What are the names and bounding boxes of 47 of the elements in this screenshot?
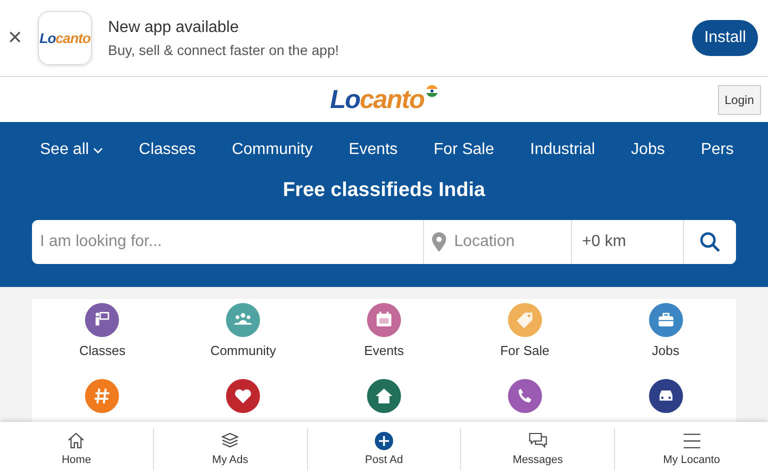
bottom-nav-tab[interactable]: Messages <box>460 428 614 470</box>
nav-link[interactable]: See all <box>40 138 103 162</box>
category-link[interactable]: Jobs <box>652 341 680 360</box>
nav-link[interactable]: Community <box>232 138 313 162</box>
briefcase-category-icon[interactable] <box>648 303 683 337</box>
bottom-nav-tab[interactable]: Home <box>0 428 153 470</box>
bottom-nav-tab[interactable]: Post Ad <box>306 428 460 470</box>
hero-title: Free classifieds India <box>282 178 486 202</box>
people-category-icon[interactable] <box>226 303 260 337</box>
radius-selector[interactable]: +0 km <box>582 230 626 254</box>
house-category-icon[interactable] <box>366 379 401 413</box>
nav-link[interactable]: Industrial <box>530 138 596 162</box>
close-button[interactable]: × <box>8 26 22 50</box>
category-link[interactable]: Classes <box>79 341 126 360</box>
app-logo: Locanto <box>38 11 92 65</box>
chevron-down-icon <box>92 146 103 154</box>
search-field[interactable]: I am looking for... <box>32 220 423 264</box>
search-icon <box>700 232 720 252</box>
nav-link[interactable]: Classes <box>138 138 196 162</box>
plus-icon <box>374 430 394 450</box>
flag-icon <box>426 84 438 96</box>
hashtag-category-icon[interactable] <box>85 379 120 413</box>
chat-bubbles-icon <box>528 430 548 450</box>
location-field[interactable]: Location <box>446 220 571 264</box>
category-link[interactable]: Events <box>364 341 404 360</box>
nav-link[interactable]: Pers <box>700 138 734 162</box>
nav-link[interactable]: For Sale <box>434 138 494 162</box>
banner-subtitle: Buy, sell & connect faster on the app! <box>108 40 340 60</box>
nav-link[interactable]: Events <box>348 138 398 162</box>
login-button[interactable]: Login <box>718 85 761 115</box>
stack-icon <box>220 430 240 450</box>
presenter-category-icon[interactable] <box>85 303 120 337</box>
search-bar[interactable]: I am looking for... Location +0 km <box>32 220 736 264</box>
bottom-nav-tab[interactable]: My Ads <box>152 428 307 470</box>
home-icon <box>66 430 86 450</box>
bottom-nav-tab[interactable]: My Locanto <box>614 428 768 470</box>
calendar-category-icon[interactable] <box>366 303 401 337</box>
site-logo[interactable]: Locanto <box>330 80 424 119</box>
category-link[interactable]: For Sale <box>500 341 550 360</box>
location-pin-icon <box>432 231 446 253</box>
phone-category-icon[interactable] <box>508 379 542 413</box>
install-button[interactable]: Install <box>692 20 758 56</box>
nav-link[interactable]: Jobs <box>631 138 665 162</box>
car-category-icon[interactable] <box>648 379 683 413</box>
category-link[interactable]: Community <box>210 341 276 360</box>
banner-title: New app available <box>108 18 240 38</box>
heart-category-icon[interactable] <box>226 379 260 413</box>
